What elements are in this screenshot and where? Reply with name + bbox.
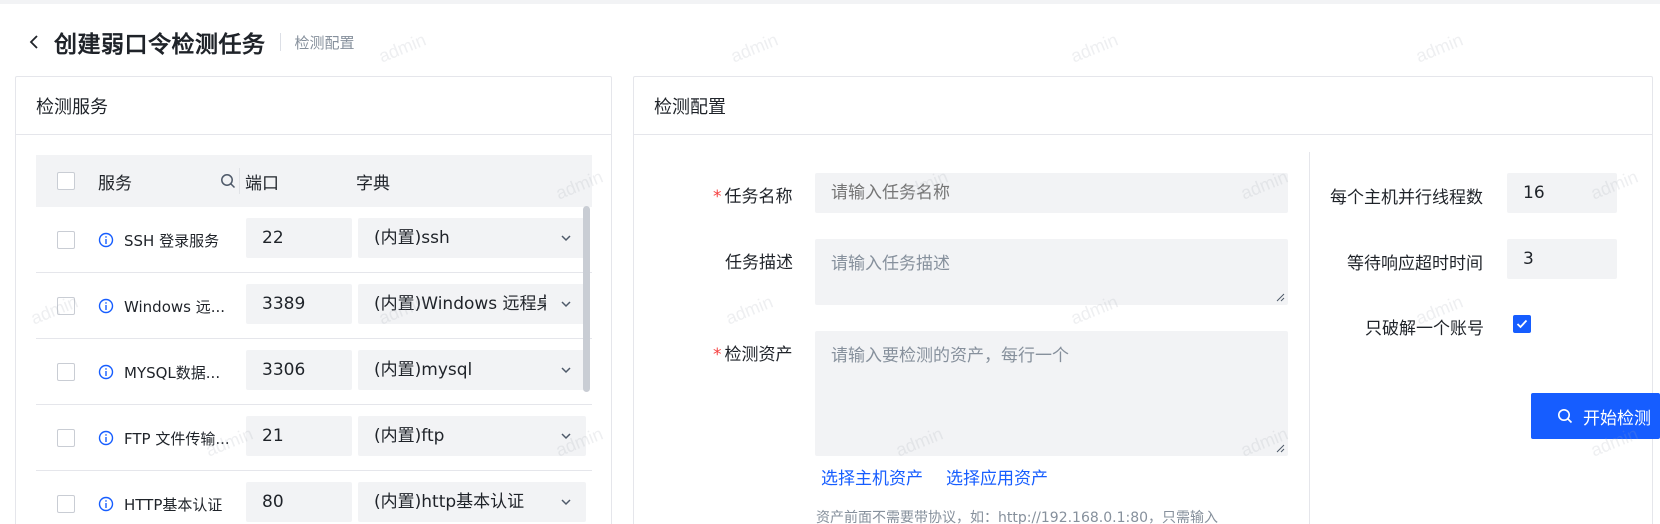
single-account-label: 只破解一个账号 [1365, 319, 1484, 339]
single-account-checkbox[interactable] [1513, 315, 1531, 333]
dict-select-value: (内置)ssh [374, 228, 450, 248]
page-subtitle: 检测配置 [294, 33, 355, 52]
port-input[interactable]: 3306 [246, 350, 352, 390]
task-desc-placeholder: 请输入任务描述 [831, 254, 950, 274]
chevron-down-icon [561, 433, 571, 440]
chevron-down-icon [561, 301, 571, 308]
port-input[interactable]: 80 [246, 482, 352, 522]
info-icon[interactable] [98, 430, 114, 446]
dict-select[interactable]: (内置)ssh [358, 218, 586, 258]
title-divider [279, 33, 281, 51]
back-arrow-icon[interactable] [24, 32, 44, 52]
info-icon[interactable] [98, 232, 114, 248]
page-header: 创建弱口令检测任务 检测配置 [24, 26, 355, 58]
dict-select-value: (内置)mysql [374, 360, 473, 380]
chevron-down-icon [561, 235, 571, 242]
threads-input[interactable]: 16 [1507, 173, 1617, 213]
port-input[interactable]: 3389 [246, 284, 352, 324]
chevron-down-icon [561, 499, 571, 506]
resize-handle-icon[interactable] [1275, 292, 1285, 302]
assets-hint: 资产前面不需要带协议，如：http://192.168.0.1:80，只需输入 [816, 510, 1219, 524]
start-detection-button[interactable]: 开始检测 [1531, 393, 1660, 439]
task-name-input[interactable] [815, 173, 1288, 213]
top-border [0, 0, 1660, 4]
port-input[interactable]: 22 [246, 218, 352, 258]
checkmark-icon [1516, 319, 1528, 329]
services-scrollbar[interactable] [583, 206, 590, 392]
page-title: 创建弱口令检测任务 [54, 32, 266, 58]
threads-label: 每个主机并行线程数 [1330, 188, 1483, 208]
config-divider [1309, 152, 1310, 524]
assets-label: * 检测资产 [713, 345, 793, 365]
dict-select-value: (内置)ftp [374, 426, 445, 446]
select-all-checkbox[interactable] [57, 172, 75, 190]
column-header-dict: 字典 [356, 173, 390, 194]
watermark: admin [375, 29, 429, 67]
required-asterisk: * [713, 187, 722, 207]
info-icon[interactable] [98, 364, 114, 380]
table-row: Windows 远... 3389 (内置)Windows 远程桌 [36, 273, 592, 339]
table-row: MYSQL数据... 3306 (内置)mysql [36, 339, 592, 405]
port-input[interactable]: 21 [246, 416, 352, 456]
info-icon[interactable] [98, 496, 114, 512]
watermark: admin [1067, 29, 1121, 67]
service-search-icon[interactable] [216, 168, 240, 194]
service-name: Windows 远... [124, 298, 226, 316]
watermark: admin [727, 29, 781, 67]
table-row: FTP 文件传输... 21 (内置)ftp [36, 405, 592, 471]
select-host-assets-link[interactable]: 选择主机资产 [821, 464, 923, 489]
row-checkbox[interactable] [57, 363, 75, 381]
start-detection-label: 开始检测 [1583, 408, 1651, 429]
column-header-port: 端口 [245, 173, 279, 194]
timeout-input[interactable]: 3 [1507, 239, 1617, 279]
table-header: 服务 端口 字典 [36, 155, 592, 207]
timeout-label: 等待响应超时时间 [1347, 254, 1483, 274]
task-desc-textarea[interactable]: 请输入任务描述 [815, 239, 1288, 305]
search-icon [1558, 409, 1573, 424]
assets-placeholder: 请输入要检测的资产，每行一个 [831, 346, 1069, 366]
row-checkbox[interactable] [57, 495, 75, 513]
dict-select-value: (内置)http基本认证 [374, 492, 525, 512]
dict-select[interactable]: (内置)ftp [358, 416, 586, 456]
select-app-assets-link[interactable]: 选择应用资产 [946, 464, 1048, 489]
info-icon[interactable] [98, 298, 114, 314]
detection-services-title: 检测服务 [16, 77, 611, 135]
detection-config-title: 检测配置 [634, 77, 1652, 135]
service-name: SSH 登录服务 [124, 232, 220, 250]
task-name-label: * 任务名称 [713, 187, 793, 207]
detection-services-card: 检测服务 服务 端口 字典 SSH 登录服务 22 (内置)ssh Window… [15, 76, 612, 524]
service-name: MYSQL数据... [124, 364, 221, 382]
task-desc-label: 任务描述 [725, 253, 793, 273]
services-table: 服务 端口 字典 SSH 登录服务 22 (内置)ssh Windows 远..… [36, 155, 592, 524]
resize-handle-icon[interactable] [1275, 443, 1285, 453]
service-name: FTP 文件传输... [124, 430, 230, 448]
chevron-down-icon [561, 367, 571, 374]
column-header-service: 服务 [98, 173, 132, 194]
row-checkbox[interactable] [57, 429, 75, 447]
watermark: admin [1412, 29, 1466, 67]
row-checkbox[interactable] [57, 297, 75, 315]
dict-select[interactable]: (内置)mysql [358, 350, 586, 390]
table-row: SSH 登录服务 22 (内置)ssh [36, 207, 592, 273]
row-checkbox[interactable] [57, 231, 75, 249]
service-name: HTTP基本认证 [124, 496, 223, 514]
dict-select[interactable]: (内置)Windows 远程桌 [358, 284, 586, 324]
required-asterisk: * [713, 345, 722, 365]
table-row: HTTP基本认证 80 (内置)http基本认证 [36, 471, 592, 524]
dict-select-value: (内置)Windows 远程桌 [374, 294, 546, 314]
assets-textarea[interactable]: 请输入要检测的资产，每行一个 [815, 331, 1288, 456]
dict-select[interactable]: (内置)http基本认证 [358, 482, 586, 522]
